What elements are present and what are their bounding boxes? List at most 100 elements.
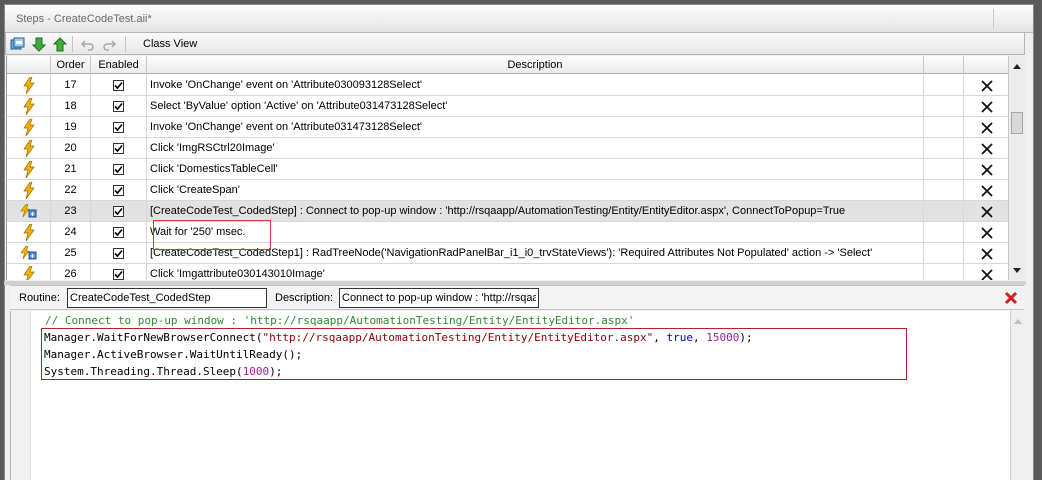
steps-grid: Order Enabled Description 17 Invoke 'OnCh… [6, 56, 1008, 280]
delete-step-icon[interactable] [964, 201, 1008, 222]
move-up-icon[interactable] [51, 36, 68, 52]
column-header-icon[interactable] [7, 56, 51, 74]
table-row[interactable]: 19 Invoke 'OnChange' event on 'Attribute0… [7, 117, 1008, 138]
action-step-icon [7, 75, 51, 96]
row-description[interactable]: Click 'ImgRSCtrl20Image' [147, 138, 924, 159]
row-order: 25 [51, 243, 91, 264]
close-icon[interactable] [1004, 291, 1018, 305]
enabled-checkbox[interactable] [113, 143, 124, 154]
row-enabled-cell [91, 243, 147, 264]
table-row[interactable]: 23 [CreateCodeTest_CodedStep] : Connect t… [7, 201, 1008, 222]
code-comment-line: // Connect to pop-up window : 'http://rs… [45, 314, 635, 327]
enabled-checkbox[interactable] [113, 101, 124, 112]
enabled-checkbox[interactable] [113, 122, 124, 133]
row-spacer [924, 75, 964, 96]
redo-icon[interactable] [100, 36, 117, 52]
scroll-down-icon[interactable] [1009, 262, 1025, 278]
row-description[interactable]: Invoke 'OnChange' event on 'Attribute030… [147, 75, 924, 96]
code-scroll-up-icon[interactable] [1014, 315, 1022, 327]
routine-input[interactable] [67, 288, 267, 308]
description-input[interactable] [339, 288, 539, 308]
enabled-checkbox[interactable] [113, 206, 124, 217]
row-description[interactable]: Click 'Imgattribute030143010Image' [147, 264, 924, 280]
row-spacer [924, 222, 964, 243]
grid-header: Order Enabled Description [7, 56, 1008, 74]
action-step-icon [7, 138, 51, 159]
table-row[interactable]: 21 Click 'DomesticsTableCell' [7, 159, 1008, 180]
row-enabled-cell [91, 180, 147, 201]
row-enabled-cell [91, 75, 147, 96]
row-description[interactable]: Invoke 'OnChange' event on 'Attribute031… [147, 117, 924, 138]
table-row[interactable]: 17 Invoke 'OnChange' event on 'Attribute0… [7, 75, 1008, 96]
enabled-checkbox[interactable] [113, 248, 124, 259]
delete-step-icon[interactable] [964, 159, 1008, 180]
step-properties-bar: Routine: Description: [10, 285, 1024, 310]
code-editor[interactable]: // Connect to pop-up window : 'http://rs… [10, 311, 1010, 480]
column-header-spacer [924, 56, 964, 74]
delete-step-icon[interactable] [964, 117, 1008, 138]
enabled-checkbox[interactable] [113, 269, 124, 280]
row-spacer [924, 138, 964, 159]
enabled-checkbox[interactable] [113, 185, 124, 196]
highlight-box [153, 220, 271, 250]
enabled-checkbox[interactable] [113, 164, 124, 175]
window-title: Steps - CreateCodeTest.aii* [16, 13, 152, 25]
row-spacer [924, 159, 964, 180]
grid-scrollbar[interactable] [1008, 56, 1025, 280]
row-description[interactable]: Click 'DomesticsTableCell' [147, 159, 924, 180]
row-order: 22 [51, 180, 91, 201]
column-header-description[interactable]: Description [147, 56, 924, 74]
undo-icon[interactable] [79, 36, 96, 52]
delete-step-icon[interactable] [964, 222, 1008, 243]
row-order: 18 [51, 96, 91, 117]
code-highlight-box [41, 328, 907, 380]
action-step-icon [7, 96, 51, 117]
column-header-delete [964, 56, 1008, 74]
row-description[interactable]: Click 'CreateSpan' [147, 180, 924, 201]
delete-step-icon[interactable] [964, 75, 1008, 96]
coded-step-icon [7, 243, 51, 264]
row-enabled-cell [91, 96, 147, 117]
row-order: 19 [51, 117, 91, 138]
table-row[interactable]: 18 Select 'ByValue' option 'Active' on 'A… [7, 96, 1008, 117]
row-spacer [924, 264, 964, 280]
code-scrollbar[interactable] [1010, 311, 1026, 480]
table-row[interactable]: 20 Click 'ImgRSCtrl20Image' [7, 138, 1008, 159]
delete-step-icon[interactable] [964, 180, 1008, 201]
title-bar-divider [993, 9, 994, 29]
title-bar[interactable]: Steps - CreateCodeTest.aii* [5, 5, 1033, 33]
enabled-checkbox[interactable] [113, 227, 124, 238]
delete-step-icon[interactable] [964, 138, 1008, 159]
action-step-icon [7, 117, 51, 138]
row-enabled-cell [91, 138, 147, 159]
row-spacer [924, 96, 964, 117]
move-down-icon[interactable] [30, 36, 47, 52]
row-spacer [924, 117, 964, 138]
add-step-icon[interactable] [9, 36, 26, 52]
routine-label: Routine: [19, 292, 60, 304]
column-header-enabled[interactable]: Enabled [91, 56, 147, 74]
table-row[interactable]: 22 Click 'CreateSpan' [7, 180, 1008, 201]
row-description[interactable]: [CreateCodeTest_CodedStep] : Connect to … [147, 201, 924, 222]
action-step-icon [7, 222, 51, 243]
row-order: 23 [51, 201, 91, 222]
row-order: 24 [51, 222, 91, 243]
row-enabled-cell [91, 222, 147, 243]
scroll-thumb[interactable] [1011, 112, 1023, 134]
row-description[interactable]: Select 'ByValue' option 'Active' on 'Att… [147, 96, 924, 117]
row-spacer [924, 201, 964, 222]
toolbar-separator [125, 36, 126, 52]
column-header-order[interactable]: Order [51, 56, 91, 74]
delete-step-icon[interactable] [964, 243, 1008, 264]
enabled-checkbox[interactable] [113, 80, 124, 91]
code-gutter [11, 311, 31, 480]
row-spacer [924, 180, 964, 201]
delete-step-icon[interactable] [964, 96, 1008, 117]
row-enabled-cell [91, 201, 147, 222]
action-step-icon [7, 159, 51, 180]
table-row[interactable]: 26 Click 'Imgattribute030143010Image' [7, 264, 1008, 280]
scroll-up-icon[interactable] [1009, 58, 1025, 74]
class-view-button[interactable]: Class View [143, 38, 197, 50]
toolbar-separator [72, 36, 73, 52]
delete-step-icon[interactable] [964, 264, 1008, 280]
